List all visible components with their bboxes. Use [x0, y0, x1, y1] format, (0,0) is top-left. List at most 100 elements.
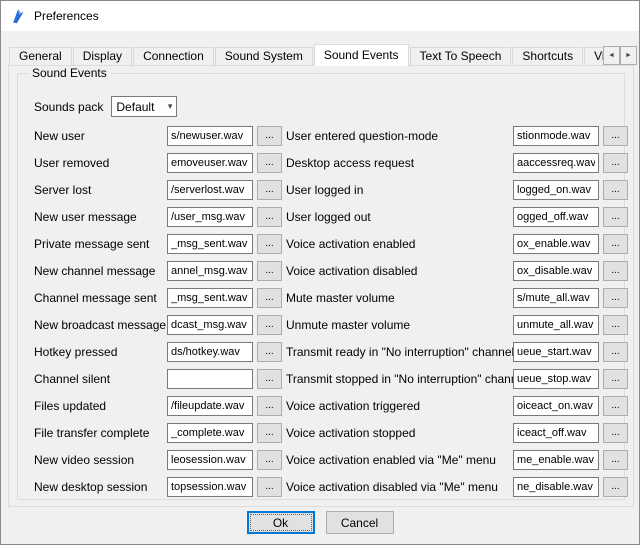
sound-file-input[interactable] — [167, 423, 253, 443]
sound-file-input[interactable] — [167, 126, 253, 146]
sound-events-right-column: User entered question-mode ... Desktop a… — [286, 126, 628, 504]
browse-button[interactable]: ... — [603, 423, 628, 443]
sound-event-row: Server lost ... — [34, 180, 282, 200]
sound-event-row: Files updated ... — [34, 396, 282, 416]
tab-scroll-left-button[interactable]: ◄ — [603, 46, 620, 65]
ok-button[interactable]: Ok — [247, 511, 315, 534]
sound-file-input[interactable] — [513, 423, 599, 443]
sound-event-label: Server lost — [34, 183, 167, 197]
sound-event-row: Voice activation enabled via "Me" menu .… — [286, 450, 628, 470]
browse-button[interactable]: ... — [603, 396, 628, 416]
browse-button[interactable]: ... — [257, 450, 282, 470]
tab[interactable]: Sound Events — [314, 44, 409, 66]
sound-event-label: Voice activation disabled via "Me" menu — [286, 480, 513, 494]
browse-button[interactable]: ... — [257, 288, 282, 308]
sound-file-input[interactable] — [167, 207, 253, 227]
tab-label: Sound System — [225, 49, 303, 63]
sound-event-label: Voice activation disabled — [286, 264, 513, 278]
sound-file-input[interactable] — [167, 180, 253, 200]
sound-event-row: New video session ... — [34, 450, 282, 470]
sound-event-label: File transfer complete — [34, 426, 167, 440]
tab-label: General — [19, 49, 62, 63]
browse-button[interactable]: ... — [603, 126, 628, 146]
sound-file-input[interactable] — [513, 180, 599, 200]
browse-button[interactable]: ... — [603, 261, 628, 281]
sound-event-row: User entered question-mode ... — [286, 126, 628, 146]
browse-button[interactable]: ... — [603, 180, 628, 200]
preferences-dialog: Preferences General Display Connection S… — [0, 0, 640, 545]
browse-button[interactable]: ... — [257, 153, 282, 173]
sound-event-row: User removed ... — [34, 153, 282, 173]
sound-event-row: New desktop session ... — [34, 477, 282, 497]
sound-event-row: Transmit stopped in "No interruption" ch… — [286, 369, 628, 389]
sounds-pack-select[interactable]: Default ▾ — [111, 96, 177, 117]
sound-file-input[interactable] — [513, 261, 599, 281]
sound-events-left-column: New user ... User removed ... Server los… — [34, 126, 282, 504]
sound-file-input[interactable] — [513, 477, 599, 497]
browse-button[interactable]: ... — [257, 396, 282, 416]
browse-button[interactable]: ... — [603, 342, 628, 362]
cancel-button[interactable]: Cancel — [326, 511, 394, 534]
group-title: Sound Events — [28, 66, 111, 80]
tab[interactable]: General — [9, 47, 72, 66]
sound-file-input[interactable] — [513, 207, 599, 227]
sound-file-input[interactable] — [167, 315, 253, 335]
browse-button[interactable]: ... — [257, 207, 282, 227]
browse-button[interactable]: ... — [257, 423, 282, 443]
sound-file-input[interactable] — [167, 477, 253, 497]
sound-file-input[interactable] — [167, 288, 253, 308]
sound-event-label: User removed — [34, 156, 167, 170]
browse-button[interactable]: ... — [603, 234, 628, 254]
sound-file-input[interactable] — [167, 396, 253, 416]
tab[interactable]: Shortcuts — [512, 47, 583, 66]
sound-file-input[interactable] — [167, 450, 253, 470]
sound-file-input[interactable] — [513, 234, 599, 254]
browse-button[interactable]: ... — [603, 369, 628, 389]
browse-button[interactable]: ... — [257, 477, 282, 497]
tab-scroll-buttons: ◄ ► — [603, 46, 637, 65]
browse-button[interactable]: ... — [257, 315, 282, 335]
sound-file-input[interactable] — [167, 234, 253, 254]
browse-button[interactable]: ... — [603, 153, 628, 173]
tab-scroll-right-button[interactable]: ► — [620, 46, 637, 65]
sound-file-input[interactable] — [513, 396, 599, 416]
sound-file-input[interactable] — [513, 126, 599, 146]
sounds-pack-label: Sounds pack — [34, 100, 103, 114]
browse-button[interactable]: ... — [257, 261, 282, 281]
tab[interactable]: Sound System — [215, 47, 313, 66]
browse-button[interactable]: ... — [257, 234, 282, 254]
tab[interactable]: Display — [73, 47, 132, 66]
sound-file-input[interactable] — [167, 261, 253, 281]
sound-event-row: Hotkey pressed ... — [34, 342, 282, 362]
sound-event-row: New channel message ... — [34, 261, 282, 281]
sound-file-input[interactable] — [167, 153, 253, 173]
browse-button[interactable]: ... — [603, 207, 628, 227]
sound-event-row: User logged out ... — [286, 207, 628, 227]
tab[interactable]: Text To Speech — [410, 47, 512, 66]
browse-button[interactable]: ... — [257, 369, 282, 389]
tab[interactable]: Connection — [133, 47, 214, 66]
sound-file-input[interactable] — [513, 450, 599, 470]
sound-event-row: Voice activation disabled ... — [286, 261, 628, 281]
sound-event-row: Unmute master volume ... — [286, 315, 628, 335]
browse-button[interactable]: ... — [257, 342, 282, 362]
browse-button[interactable]: ... — [603, 477, 628, 497]
browse-button[interactable]: ... — [257, 126, 282, 146]
tab-label: Connection — [143, 49, 204, 63]
browse-button[interactable]: ... — [603, 450, 628, 470]
sound-file-input[interactable] — [513, 288, 599, 308]
window-title: Preferences — [34, 9, 99, 23]
sound-event-label: User entered question-mode — [286, 129, 513, 143]
sound-file-input[interactable] — [513, 315, 599, 335]
browse-button[interactable]: ... — [603, 315, 628, 335]
sound-file-input[interactable] — [513, 369, 599, 389]
sound-event-row: Channel message sent ... — [34, 288, 282, 308]
tab-label: Shortcuts — [522, 49, 573, 63]
browse-button[interactable]: ... — [603, 288, 628, 308]
sound-file-input[interactable] — [167, 342, 253, 362]
sound-event-label: Files updated — [34, 399, 167, 413]
sound-file-input[interactable] — [513, 153, 599, 173]
sound-file-input[interactable] — [167, 369, 253, 389]
sound-file-input[interactable] — [513, 342, 599, 362]
browse-button[interactable]: ... — [257, 180, 282, 200]
